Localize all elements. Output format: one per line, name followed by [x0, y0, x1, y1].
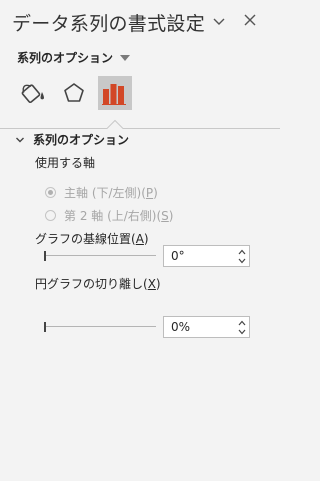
primary-axis-label: 主軸 (下/左側)(P)	[64, 186, 158, 200]
tab-effects[interactable]	[57, 76, 91, 110]
chevron-down-icon	[16, 137, 24, 142]
chevron-down-icon	[238, 329, 246, 335]
pentagon-icon	[64, 83, 84, 102]
secondary-axis-label: 第 2 軸 (上/右側)(S)	[64, 209, 174, 223]
primary-axis-radio[interactable]: 主軸 (下/左側)(P)	[45, 184, 158, 201]
series-options-dropdown[interactable]: 系列のオプション	[17, 49, 131, 66]
gap-width-slider[interactable]	[44, 250, 156, 262]
section-series-options-header[interactable]: 系列のオプション	[15, 131, 129, 148]
chevron-down-icon	[238, 258, 246, 264]
tab-divider	[0, 119, 280, 129]
section-title: 系列のオプション	[33, 133, 130, 147]
bar-chart-icon	[102, 84, 126, 105]
spin-down-button[interactable]	[238, 258, 246, 264]
pane-header: データ系列の書式設定	[0, 0, 280, 42]
pie-explosion-slider[interactable]	[44, 321, 156, 333]
gap-width-label: グラフの基線位置(A)	[35, 232, 149, 246]
tab-fill-line[interactable]	[15, 76, 49, 110]
close-pane-button[interactable]	[242, 12, 258, 28]
series-options-dropdown-label: 系列のオプション	[17, 51, 114, 65]
radio-indicator	[45, 210, 56, 221]
spin-down-button[interactable]	[238, 329, 246, 335]
pie-explosion-label: 円グラフの切り離し(X)	[35, 277, 161, 291]
slider-thumb[interactable]	[44, 322, 46, 332]
pane-title: データ系列の書式設定	[12, 13, 206, 35]
slider-track	[46, 326, 156, 327]
chevron-up-icon	[238, 320, 246, 326]
radio-indicator-selected	[45, 187, 56, 198]
paint-bucket-icon	[21, 84, 44, 104]
slider-thumb[interactable]	[44, 251, 46, 261]
pie-explosion-spinbox[interactable]: 0%	[163, 316, 250, 338]
axis-group-label: 使用する軸	[35, 156, 96, 170]
spin-up-button[interactable]	[238, 320, 246, 326]
gap-width-spinbox[interactable]: 0°	[163, 245, 250, 267]
chevron-up-icon	[238, 249, 246, 255]
spin-up-button[interactable]	[238, 249, 246, 255]
pane-menu-button[interactable]	[211, 13, 227, 29]
pie-explosion-value: 0%	[171, 320, 191, 334]
tab-series-options[interactable]	[98, 76, 132, 110]
chevron-down-icon	[213, 18, 225, 25]
secondary-axis-radio[interactable]: 第 2 軸 (上/右側)(S)	[45, 207, 173, 224]
close-icon	[244, 14, 256, 26]
gap-width-value: 0°	[171, 249, 185, 263]
slider-track	[46, 255, 156, 256]
caret-down-icon	[120, 54, 131, 61]
